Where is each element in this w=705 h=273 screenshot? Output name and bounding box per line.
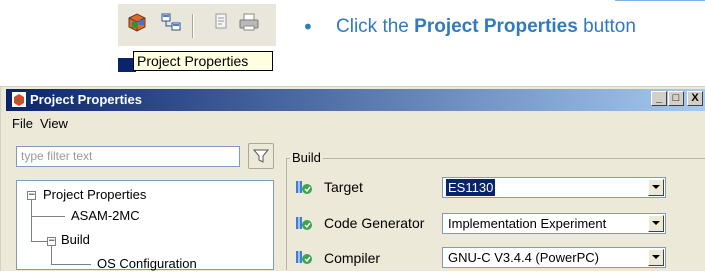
target-value: ES1130 [446,179,496,196]
filter-input[interactable]: type filter text [16,146,240,167]
instruction-text: Click the Project Properties button [336,14,636,40]
tooltip: Project Properties [133,51,273,71]
target-label: Target [324,179,363,195]
compiler-label: Compiler [324,250,381,266]
build-group-label: Build [290,149,323,167]
document-icon[interactable] [208,9,234,35]
maximize-button[interactable]: □ [668,91,684,106]
chevron-down-icon[interactable] [648,215,664,232]
minimize-button[interactable]: _ [651,91,667,106]
code-generator-icon [294,214,314,232]
instruction-suffix: button [577,16,636,37]
code-generator-value: Implementation Experiment [448,216,607,231]
chevron-down-icon[interactable] [648,179,664,196]
tree-connector [31,241,47,242]
filter-icon [252,149,270,163]
group-border [286,158,287,270]
code-generator-select[interactable]: Implementation Experiment [442,213,666,234]
instruction-bullet: • [302,15,314,39]
menu-file[interactable]: File [12,113,33,135]
menu-view[interactable]: View [40,113,68,135]
window-title: Project Properties [30,92,142,107]
window-icon [12,92,26,107]
filter-button[interactable] [248,143,274,169]
compiler-value: GNU-C V3.4.4 (PowerPC) [448,250,599,265]
instruction-emphasis: Project Properties [414,16,578,37]
tree-item-build[interactable]: Build [61,231,90,249]
tree-expander-build[interactable]: − [47,237,56,246]
instruction-prefix: Click the [336,16,415,37]
compiler-icon [294,248,314,266]
project-properties-icon[interactable] [124,9,150,35]
tree-item-asam-2mc[interactable]: ASAM-2MC [71,207,140,225]
toolbar-separator [192,14,193,38]
tree-expander-project-properties[interactable]: − [27,191,36,200]
target-icon [294,178,314,196]
tree-item-os-configuration[interactable]: OS Configuration [97,255,197,273]
tree-connector [51,246,52,264]
project-tree: − Project Properties ASAM-2MC − Build OS… [16,180,274,273]
tree-connector [31,216,65,217]
code-generator-label: Code Generator [324,215,425,231]
target-select[interactable]: ES1130 [442,177,666,198]
connect-icon[interactable] [158,9,184,35]
chevron-down-icon[interactable] [648,249,664,266]
compiler-select[interactable]: GNU-C V3.4.4 (PowerPC) [442,247,666,268]
tree-connector [51,264,91,265]
tree-item-project-properties[interactable]: Project Properties [43,186,146,204]
group-border [286,158,705,159]
print-icon[interactable] [236,9,262,35]
close-button[interactable]: X [687,91,703,106]
tree-connector [31,200,32,241]
decorative-line [615,0,705,1]
